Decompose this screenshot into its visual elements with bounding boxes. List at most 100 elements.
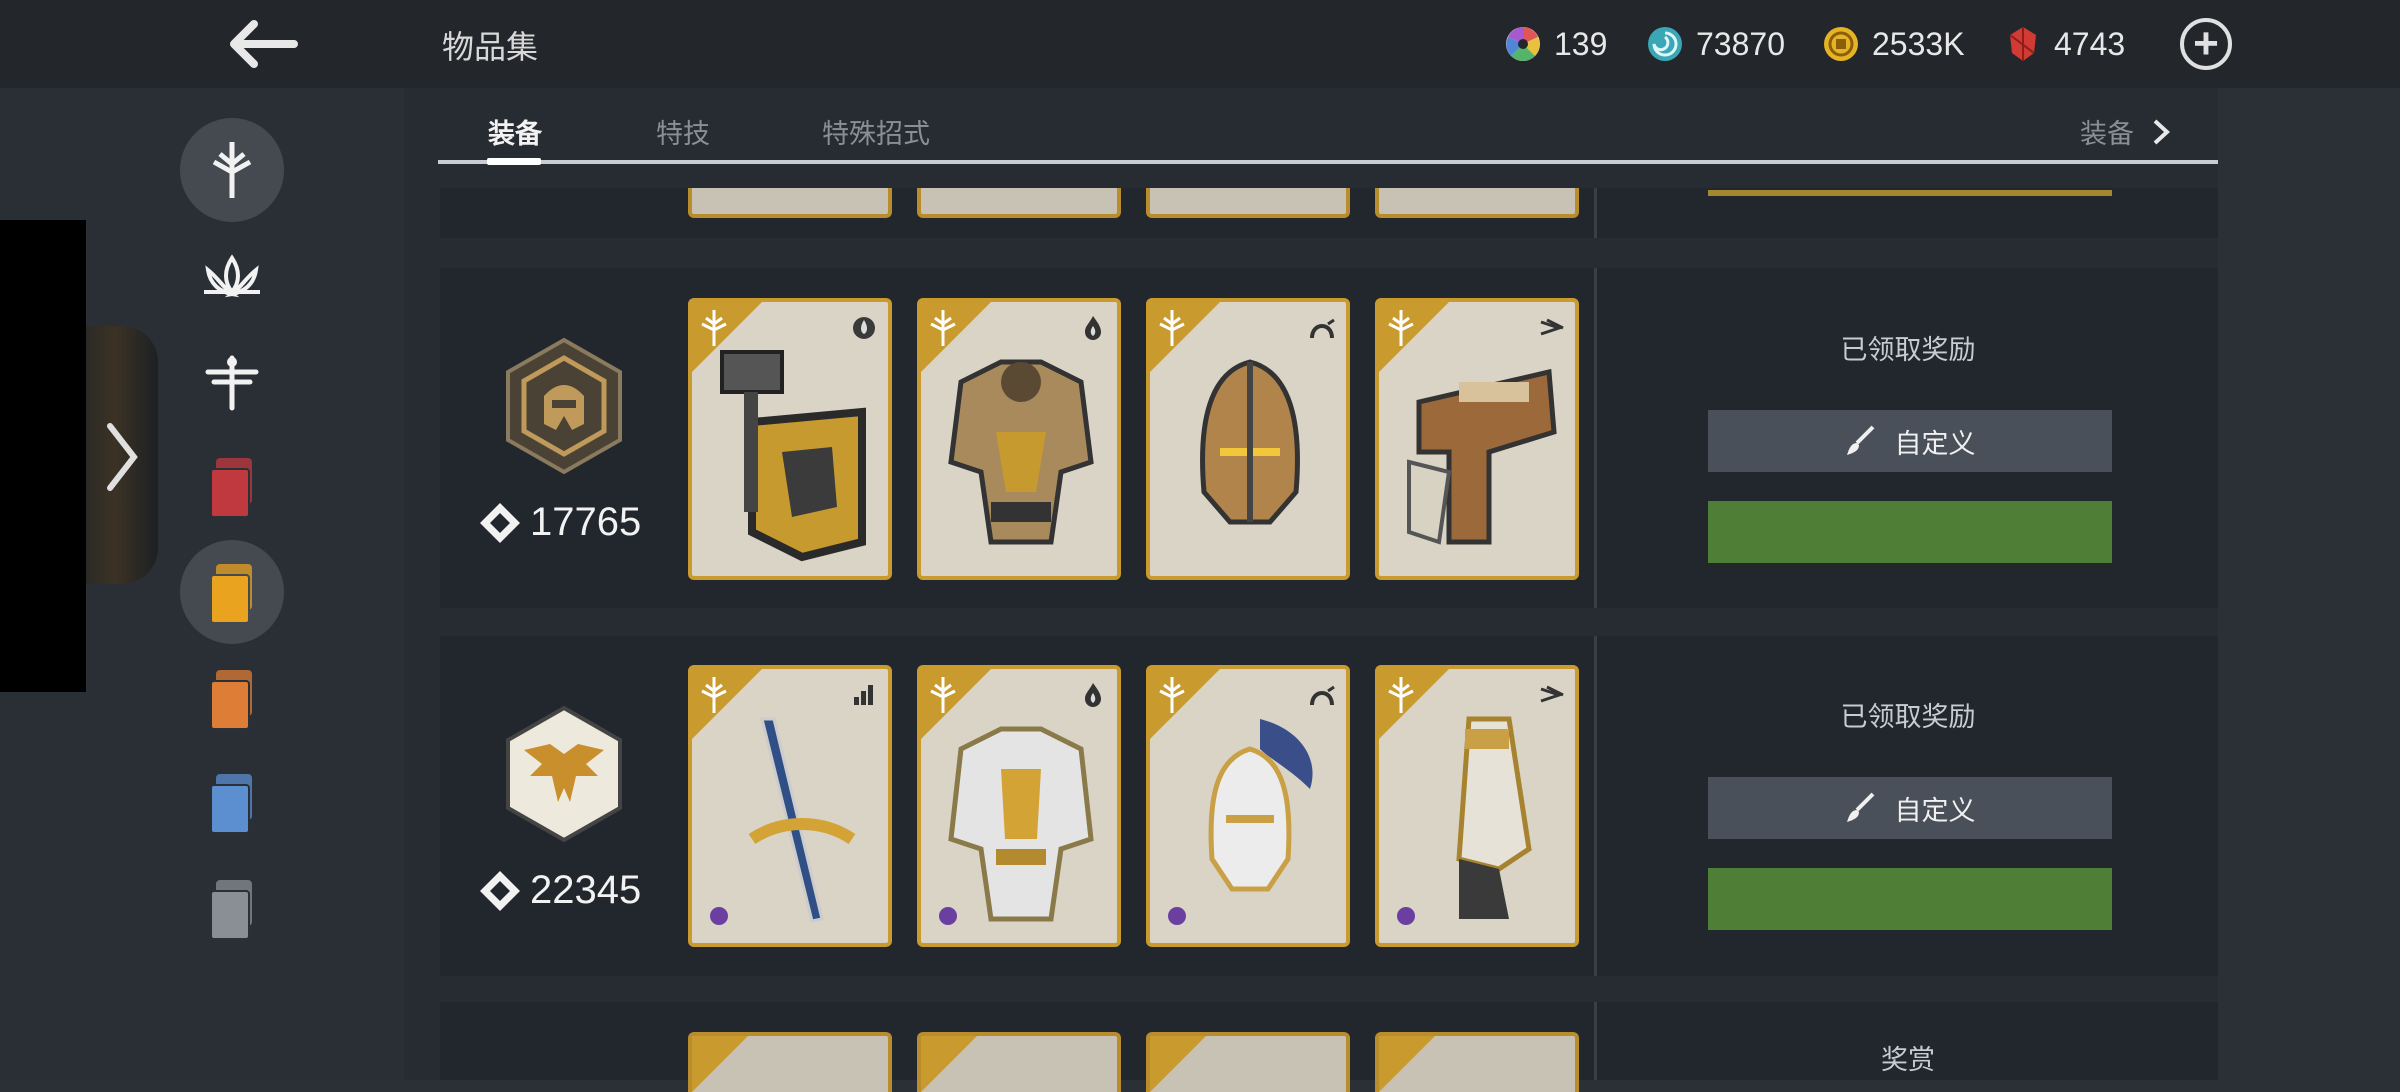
item-card-partial[interactable] bbox=[1375, 188, 1579, 218]
red-cards-icon bbox=[210, 458, 254, 518]
cannon-arm-art bbox=[1456, 716, 1532, 919]
customize-button[interactable]: 自定义 bbox=[1708, 410, 2112, 472]
currency-value: 4743 bbox=[2054, 25, 2126, 62]
set-score: 22345 bbox=[478, 868, 641, 913]
reward-label: 奖赏 bbox=[1881, 1045, 1935, 1075]
set-score: 17765 bbox=[478, 500, 641, 545]
sidebar-item-orange-cards[interactable] bbox=[180, 646, 284, 750]
sidebar-item-lotus[interactable] bbox=[180, 226, 284, 330]
chevron-right-icon bbox=[2153, 119, 2170, 145]
currency-value: 139 bbox=[1554, 25, 1608, 62]
sidebar-item-yellow-cards[interactable] bbox=[180, 540, 284, 644]
sidebar-item-red-cards[interactable] bbox=[180, 434, 284, 538]
sidebar-item-blue-cards[interactable] bbox=[180, 750, 284, 854]
active-tab-indicator bbox=[487, 158, 541, 165]
sidebar-item-dragonfly[interactable] bbox=[180, 330, 284, 434]
spiral-orb-icon bbox=[1648, 27, 1682, 61]
add-currency-button[interactable]: + bbox=[2180, 18, 2232, 70]
lotus-icon bbox=[204, 254, 260, 298]
currency-orbs[interactable]: 73870 bbox=[1646, 20, 1785, 68]
tab-next-button[interactable]: 装备 bbox=[2080, 112, 2170, 151]
item-card-cannon-arm[interactable] bbox=[1375, 665, 1579, 947]
item-card-longsword[interactable] bbox=[688, 665, 892, 947]
customize-label: 自定义 bbox=[1894, 428, 1976, 459]
eagle-hex-badge-icon bbox=[506, 705, 622, 843]
arc-icon bbox=[1310, 685, 1335, 706]
tab-next-label: 装备 bbox=[2080, 119, 2134, 149]
paintbrush-icon bbox=[1846, 792, 1874, 822]
currency-value: 73870 bbox=[1696, 25, 1785, 62]
sidebar-item-equipment[interactable] bbox=[180, 118, 284, 222]
row-divider bbox=[1594, 268, 1597, 608]
reward-progress-bar bbox=[1708, 190, 2112, 196]
orange-cards-icon bbox=[210, 670, 254, 730]
tab-divider bbox=[438, 160, 2218, 164]
currency-color-tokens[interactable]: 139 bbox=[1504, 20, 1607, 68]
row-divider bbox=[1594, 1002, 1597, 1080]
set-score-value: 22345 bbox=[530, 868, 642, 912]
blue-cards-icon bbox=[210, 774, 254, 834]
sidebar-item-gray-cards[interactable] bbox=[180, 856, 284, 960]
item-card-gold-helmet[interactable] bbox=[1146, 298, 1350, 580]
row-divider bbox=[1594, 188, 1597, 238]
equip-set-button[interactable] bbox=[1708, 868, 2112, 930]
item-card-partial[interactable] bbox=[917, 1032, 1121, 1092]
item-card-partial[interactable] bbox=[1146, 1032, 1350, 1092]
gold-pistol-art bbox=[1407, 368, 1557, 545]
longsword-art bbox=[748, 717, 856, 923]
winged-helmet-art bbox=[1208, 719, 1313, 892]
sword-emblem-icon bbox=[212, 142, 252, 198]
reward-status: 已领取奖励 bbox=[1840, 335, 1976, 365]
helmet-hex-badge-icon bbox=[506, 337, 622, 475]
paintbrush-icon bbox=[1846, 425, 1874, 455]
item-card-gold-pistol[interactable] bbox=[1375, 298, 1579, 580]
gold-helmet-art bbox=[1200, 359, 1300, 525]
rarity-dot bbox=[939, 907, 957, 925]
back-arrow-icon bbox=[230, 20, 298, 68]
arrows-icon bbox=[1540, 318, 1564, 336]
expand-drawer-handle[interactable] bbox=[86, 326, 158, 584]
bars-icon bbox=[854, 685, 873, 705]
item-card-winged-helmet[interactable] bbox=[1146, 665, 1350, 947]
hammer-shield-art bbox=[720, 350, 866, 562]
color-wheel-icon bbox=[1506, 27, 1540, 61]
knight-armor-art bbox=[948, 726, 1094, 922]
set-score-value: 17765 bbox=[530, 500, 642, 544]
tab-equipment[interactable]: 装备 bbox=[488, 112, 542, 151]
item-card-partial[interactable] bbox=[1146, 188, 1350, 218]
diamond-point-icon bbox=[480, 870, 520, 911]
equip-set-button[interactable] bbox=[1708, 501, 2112, 563]
page-title: 物品集 bbox=[442, 29, 539, 65]
rarity-dot bbox=[710, 907, 728, 925]
drop-icon bbox=[853, 317, 875, 339]
item-card-partial[interactable] bbox=[917, 188, 1121, 218]
back-button[interactable] bbox=[222, 14, 302, 74]
rarity-dot bbox=[1168, 907, 1186, 925]
customize-button[interactable]: 自定义 bbox=[1708, 777, 2112, 839]
arc-icon bbox=[1310, 318, 1335, 339]
currency-value: 2533K bbox=[1872, 25, 1965, 62]
gold-coin-icon bbox=[1824, 27, 1858, 61]
row-divider bbox=[1594, 636, 1597, 976]
yellow-cards-icon bbox=[210, 564, 254, 624]
tab-skills[interactable]: 特技 bbox=[656, 112, 710, 151]
screen-edge-bar bbox=[0, 220, 86, 692]
flame-icon bbox=[1085, 683, 1101, 707]
gold-armor-art bbox=[948, 359, 1094, 545]
item-card-gold-armor[interactable] bbox=[917, 298, 1121, 580]
diamond-point-icon bbox=[480, 502, 520, 543]
item-card-knight-armor[interactable] bbox=[917, 665, 1121, 947]
item-card-partial[interactable] bbox=[1375, 1032, 1579, 1092]
arrows-icon bbox=[1540, 685, 1564, 703]
chevron-right-icon bbox=[107, 423, 138, 491]
currency-gems[interactable]: 4743 bbox=[2004, 20, 2125, 68]
plus-icon: + bbox=[2193, 19, 2219, 68]
customize-label: 自定义 bbox=[1894, 795, 1976, 826]
item-card-hammer-shield[interactable] bbox=[688, 298, 892, 580]
flame-icon bbox=[1085, 316, 1101, 340]
item-card-partial[interactable] bbox=[688, 1032, 892, 1092]
currency-coins[interactable]: 2533K bbox=[1822, 20, 1965, 68]
item-card-partial[interactable] bbox=[688, 188, 892, 218]
dragonfly-icon bbox=[205, 355, 259, 411]
tab-special-moves[interactable]: 特殊招式 bbox=[822, 112, 930, 151]
